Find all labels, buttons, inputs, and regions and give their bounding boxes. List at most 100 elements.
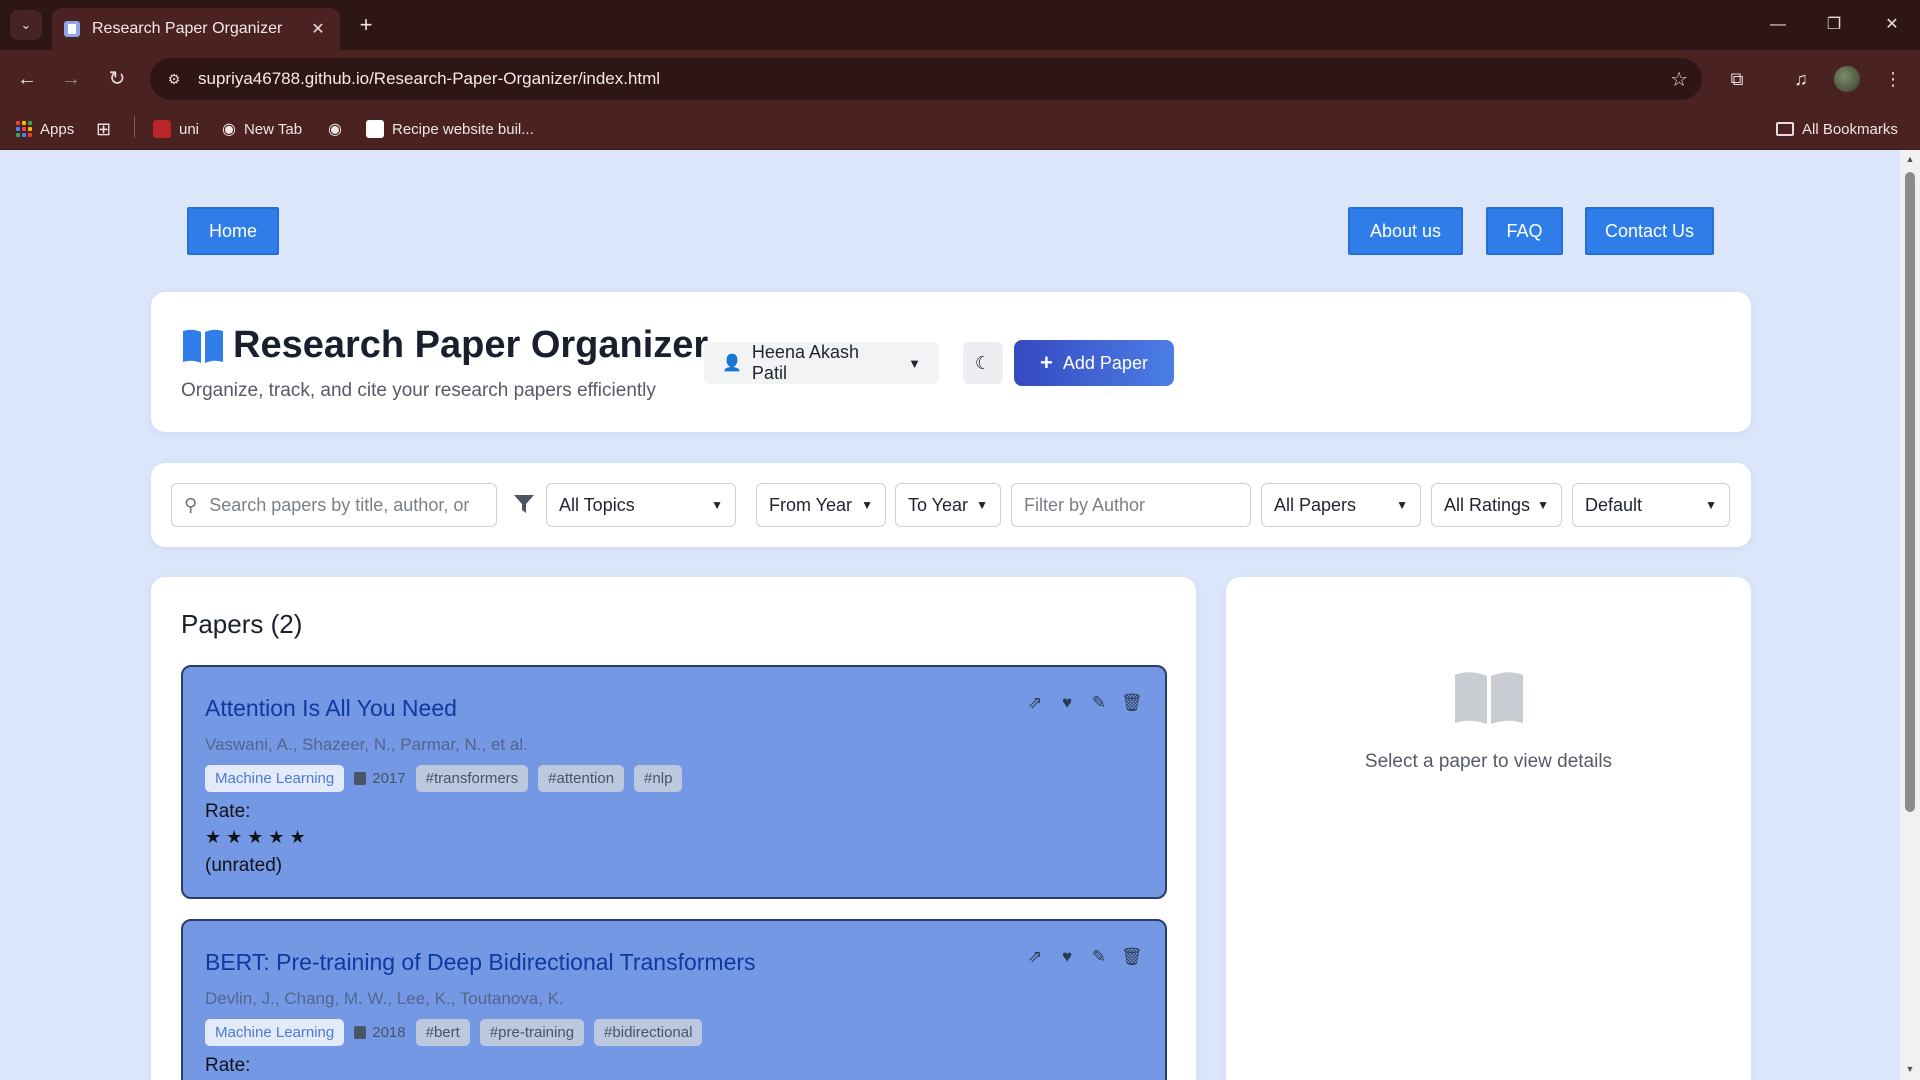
all-bookmarks-button[interactable]: All Bookmarks	[1776, 118, 1898, 140]
bookmark-uni[interactable]: uni	[153, 118, 199, 140]
add-paper-button[interactable]: + Add Paper	[1014, 340, 1174, 386]
browser-tab[interactable]: Research Paper Organizer ✕	[52, 8, 340, 50]
nav-about-button[interactable]: About us	[1348, 207, 1463, 255]
browser-menu-icon[interactable]: ⋮	[1878, 64, 1908, 94]
bookmark-label: New Tab	[243, 120, 303, 138]
trash-icon[interactable]: 🗑	[1121, 947, 1143, 967]
to-year-select[interactable]: To Year ▼	[895, 483, 1001, 527]
reload-button[interactable]: ↻	[102, 64, 132, 94]
close-tab-icon[interactable]: ✕	[308, 19, 328, 39]
author-filter-input[interactable]	[1024, 494, 1256, 516]
paper-tags: Machine Learning 2017 #transformers #att…	[205, 765, 683, 792]
scrollbar-thumb[interactable]	[1905, 172, 1915, 812]
theme-toggle-button[interactable]: ☾	[963, 342, 1003, 384]
detail-placeholder: Select a paper to view details	[1364, 751, 1613, 772]
bookmark-label: uni	[179, 120, 200, 138]
bookmark-tab-groups[interactable]: ⊞	[96, 118, 111, 140]
site-info-icon[interactable]: ⚙	[164, 69, 184, 89]
paper-card[interactable]: Attention Is All You Need ⇗ ♥ ✎ 🗑 Vaswan…	[181, 665, 1167, 899]
forward-button[interactable]: →	[56, 64, 86, 94]
tab-search-button[interactable]: ⌄	[10, 10, 42, 40]
chevron-down-icon: ▼	[1705, 498, 1717, 512]
restore-window-button[interactable]: ❐	[1814, 12, 1854, 38]
new-tab-button[interactable]: +	[354, 12, 378, 38]
paper-card[interactable]: BERT: Pre-training of Deep Bidirectional…	[181, 919, 1167, 1080]
topic-badge: Machine Learning	[205, 765, 345, 792]
search-input[interactable]	[209, 494, 470, 516]
nav-home-button[interactable]: Home	[187, 207, 279, 255]
nav-contact-button[interactable]: Contact Us	[1585, 207, 1714, 255]
paper-title[interactable]: Attention Is All You Need	[205, 695, 457, 722]
url-text[interactable]: supriya46788.github.io/Research-Paper-Or…	[198, 69, 1656, 89]
filter-icon	[514, 495, 534, 513]
media-controls-icon[interactable]: ♫	[1786, 64, 1816, 94]
page-scrollbar[interactable]: ▲ ▼	[1900, 150, 1920, 1080]
edit-icon[interactable]: ✎	[1089, 693, 1109, 713]
sort-select[interactable]: Default ▼	[1572, 483, 1730, 527]
chevron-down-icon: ▼	[1537, 498, 1549, 512]
scroll-down-icon[interactable]: ▼	[1904, 1064, 1916, 1074]
uni-favicon-icon	[153, 120, 171, 138]
rate-label: Rate:	[205, 801, 251, 822]
book-open-icon	[1455, 672, 1523, 724]
from-year-select[interactable]: From Year ▼	[756, 483, 886, 527]
tag-badge: #pre-training	[479, 1019, 585, 1046]
bookmark-label: Apps	[40, 120, 75, 138]
bookmark-new-tab[interactable]: ◉ New Tab	[222, 118, 302, 140]
heart-icon[interactable]: ♥	[1057, 947, 1077, 967]
tab-title: Research Paper Organizer	[92, 20, 283, 37]
tag-badge: #transformers	[415, 765, 529, 792]
tab-groups-icon: ⊞	[96, 118, 112, 139]
bookmark-apps[interactable]: Apps	[16, 118, 74, 140]
browser-toolbar: ← → ↻ ⚙ supriya46788.github.io/Research-…	[0, 50, 1920, 108]
address-bar[interactable]: ⚙ supriya46788.github.io/Research-Paper-…	[150, 58, 1702, 100]
bookmark-globe[interactable]: ◉	[328, 118, 342, 140]
edit-icon[interactable]: ✎	[1089, 947, 1109, 967]
topic-badge: Machine Learning	[205, 1019, 345, 1046]
folder-icon	[1776, 122, 1794, 136]
year-text: 2018	[372, 1024, 406, 1041]
paper-detail-panel: Select a paper to view details	[1226, 577, 1751, 1080]
chevron-down-icon: ▼	[908, 355, 921, 371]
author-filter-field[interactable]	[1011, 483, 1256, 527]
papers-heading: Papers (2)	[181, 609, 303, 639]
bookmark-recipe[interactable]: Recipe website buil...	[366, 118, 534, 140]
paper-authors: Vaswani, A., Shazeer, N., Parmar, N., et…	[205, 735, 528, 754]
rating-status: (unrated)	[205, 855, 283, 876]
papers-select[interactable]: All Papers ▼	[1261, 483, 1421, 527]
rate-label: Rate:	[205, 1055, 251, 1076]
nav-faq-button[interactable]: FAQ	[1486, 207, 1563, 255]
page-subtitle: Organize, track, and cite your research …	[181, 380, 656, 401]
paper-title[interactable]: BERT: Pre-training of Deep Bidirectional…	[205, 949, 756, 976]
profile-avatar[interactable]	[1834, 66, 1860, 92]
trash-icon[interactable]: 🗑	[1121, 693, 1143, 713]
rating-stars[interactable]: ★ ★ ★ ★ ★	[205, 827, 306, 848]
external-link-icon[interactable]: ⇗	[1025, 947, 1045, 967]
search-field[interactable]: ⚲	[171, 483, 497, 527]
heart-icon[interactable]: ♥	[1057, 693, 1077, 713]
ratings-select[interactable]: All Ratings ▼	[1431, 483, 1562, 527]
external-link-icon[interactable]: ⇗	[1025, 693, 1045, 713]
paper-actions: ⇗ ♥ ✎ 🗑	[1025, 947, 1143, 967]
calendar-icon	[354, 1026, 367, 1039]
recipe-favicon-icon	[366, 120, 384, 138]
add-paper-label: Add Paper	[1062, 352, 1148, 373]
extensions-icon[interactable]: ⧉	[1722, 64, 1752, 94]
chevron-down-icon: ▼	[861, 498, 873, 512]
bookmark-label: Recipe website buil...	[392, 120, 534, 138]
close-window-button[interactable]: ✕	[1872, 12, 1912, 38]
moon-icon: ☾	[974, 352, 992, 373]
back-button[interactable]: ←	[12, 64, 42, 94]
bookmarks-bar: Apps ⊞ uni ◉ New Tab ◉ Recipe website bu…	[0, 108, 1920, 150]
scroll-up-icon[interactable]: ▲	[1904, 154, 1916, 164]
header-card: Research Paper Organizer Organize, track…	[151, 292, 1751, 432]
tag-badge: #bidirectional	[594, 1019, 703, 1046]
user-menu-button[interactable]: 👤 Heena Akash Patil ▼	[704, 342, 939, 384]
book-open-icon	[183, 329, 223, 363]
minimize-window-button[interactable]: —	[1758, 12, 1798, 38]
bookmark-star-icon[interactable]: ☆	[1670, 67, 1688, 92]
topic-select[interactable]: All Topics ▼	[546, 483, 736, 527]
globe-icon: ◉	[222, 121, 236, 138]
globe-icon: ◉	[328, 121, 342, 138]
all-bookmarks-label: All Bookmarks	[1802, 120, 1898, 138]
